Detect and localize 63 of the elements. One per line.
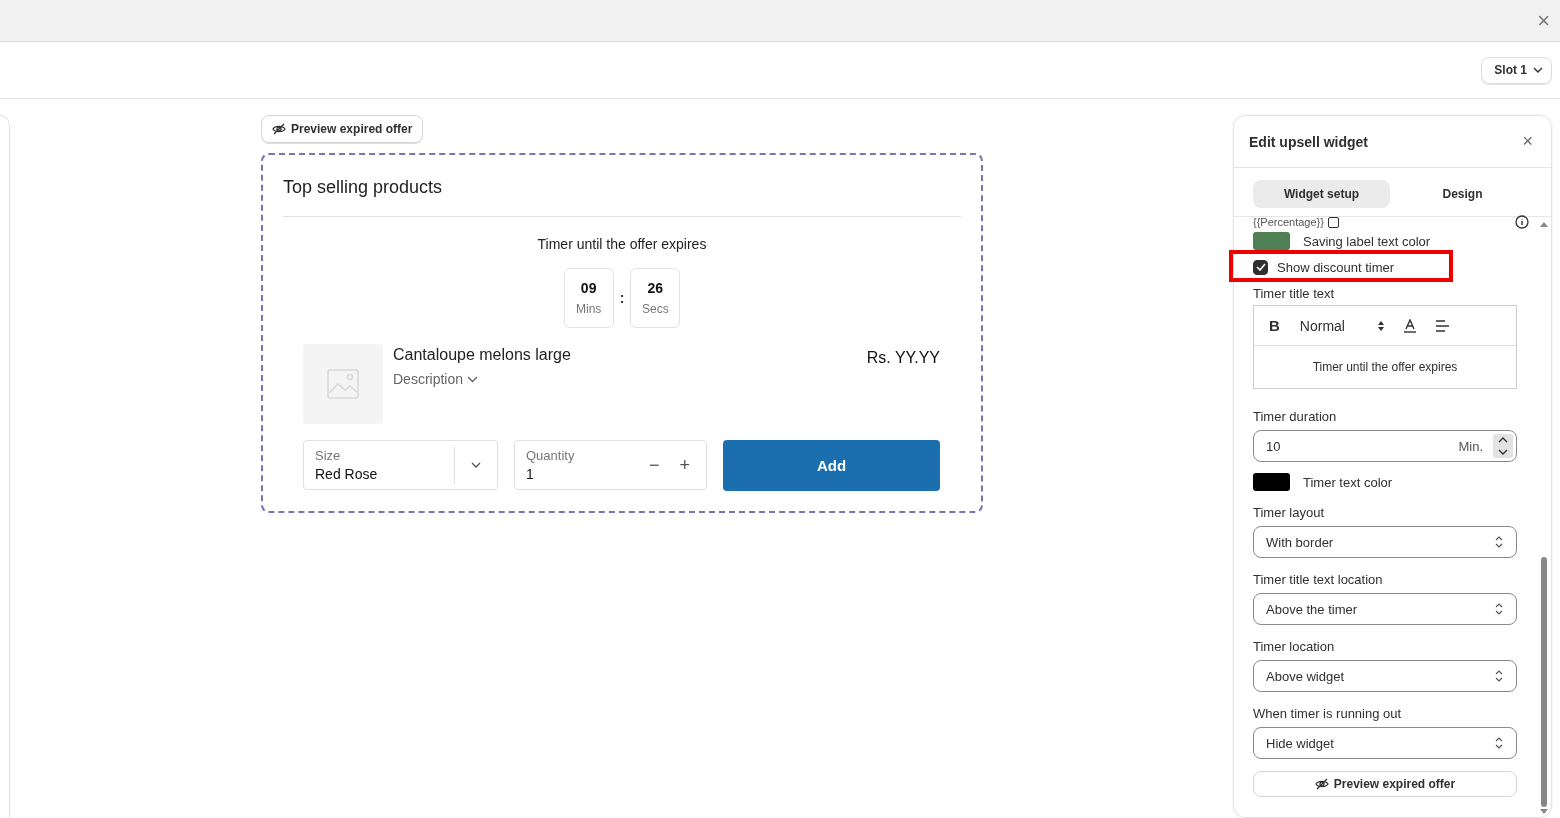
preview-expired-button[interactable]: Preview expired offer — [261, 115, 424, 143]
widget-title: Top selling products — [283, 177, 444, 198]
slot-dropdown[interactable]: Slot 1 — [1481, 56, 1552, 84]
timer-value: 09 — [580, 280, 597, 296]
timer-value: 26 — [647, 280, 664, 296]
eye-off-icon — [1314, 777, 1329, 791]
product-name: Cantaloupe melons large — [393, 346, 571, 364]
align-icon[interactable] — [1434, 319, 1449, 332]
quantity-field[interactable]: Quantity 1 − + — [514, 440, 707, 490]
close-button[interactable]: × — [1537, 9, 1550, 32]
timer-separator: : — [619, 290, 625, 306]
checkbox-label: Show discount timer — [1277, 259, 1395, 275]
color-label: Saving label text color — [1303, 233, 1431, 249]
field-label: Timer location — [1253, 639, 1336, 654]
size-select[interactable]: Size Red Rose — [303, 440, 498, 490]
close-button[interactable]: × — [1522, 131, 1533, 152]
field-label: Timer title text location — [1253, 572, 1384, 587]
field-label: Timer duration — [1253, 409, 1338, 424]
add-button[interactable]: Add — [723, 440, 940, 491]
stepper-icon[interactable] — [1493, 434, 1513, 458]
chevron-down-icon — [467, 375, 479, 383]
tab[interactable]: Widget setup — [1253, 180, 1390, 208]
duration-field[interactable]: 10 Min. — [1253, 430, 1517, 462]
panel-title: Edit upsell widget — [1249, 133, 1368, 150]
text-editor[interactable]: B Normal Timer until the offer expires — [1253, 305, 1517, 389]
editor-text: Timer until the offer expires — [1311, 359, 1459, 376]
decrease-button[interactable]: − — [648, 454, 660, 476]
bold-button[interactable]: B — [1269, 317, 1280, 334]
product-price: Rs. YY.YY — [866, 348, 940, 367]
select-field[interactable]: Above widget — [1253, 660, 1517, 692]
color-swatch[interactable] — [1253, 232, 1290, 250]
image-icon — [327, 369, 359, 399]
field-label: Timer title text — [1253, 286, 1336, 301]
field-label: When timer is running out — [1253, 706, 1403, 721]
percentage-token: {{Percentage}} — [1253, 216, 1324, 228]
text-color-icon[interactable] — [1402, 318, 1417, 333]
eye-off-icon — [272, 122, 286, 136]
info-icon — [1515, 215, 1529, 229]
small-checkbox[interactable] — [1327, 216, 1339, 228]
tab[interactable]: Design — [1394, 180, 1531, 208]
scroll-down-icon[interactable] — [1540, 809, 1548, 815]
select-field[interactable]: Above the timer — [1253, 593, 1517, 625]
select-field[interactable]: Hide widget — [1253, 727, 1517, 759]
scroll-up-icon[interactable] — [1540, 221, 1548, 227]
description-toggle[interactable]: Description — [393, 371, 479, 387]
increase-button[interactable]: + — [679, 454, 690, 476]
chevron-down-icon — [1533, 67, 1543, 73]
preview-expired-button[interactable]: Preview expired offer — [1253, 771, 1517, 797]
timer-unit: Secs — [642, 302, 669, 316]
sort-icon — [1376, 319, 1385, 332]
color-swatch[interactable] — [1253, 473, 1290, 491]
chevron-down-icon — [471, 462, 481, 468]
font-size-select[interactable]: Normal — [1299, 317, 1385, 334]
timer-unit: Mins — [576, 302, 602, 316]
color-label: Timer text color — [1303, 474, 1393, 490]
select-arrows-icon — [1494, 602, 1504, 616]
select-field[interactable]: With border — [1253, 526, 1517, 558]
select-arrows-icon — [1494, 669, 1504, 683]
timer-title: Timer until the offer expires — [536, 236, 708, 252]
select-arrows-icon — [1494, 535, 1504, 549]
select-arrows-icon — [1494, 736, 1504, 750]
field-label: Timer layout — [1253, 505, 1326, 520]
checkbox[interactable] — [1253, 259, 1268, 275]
